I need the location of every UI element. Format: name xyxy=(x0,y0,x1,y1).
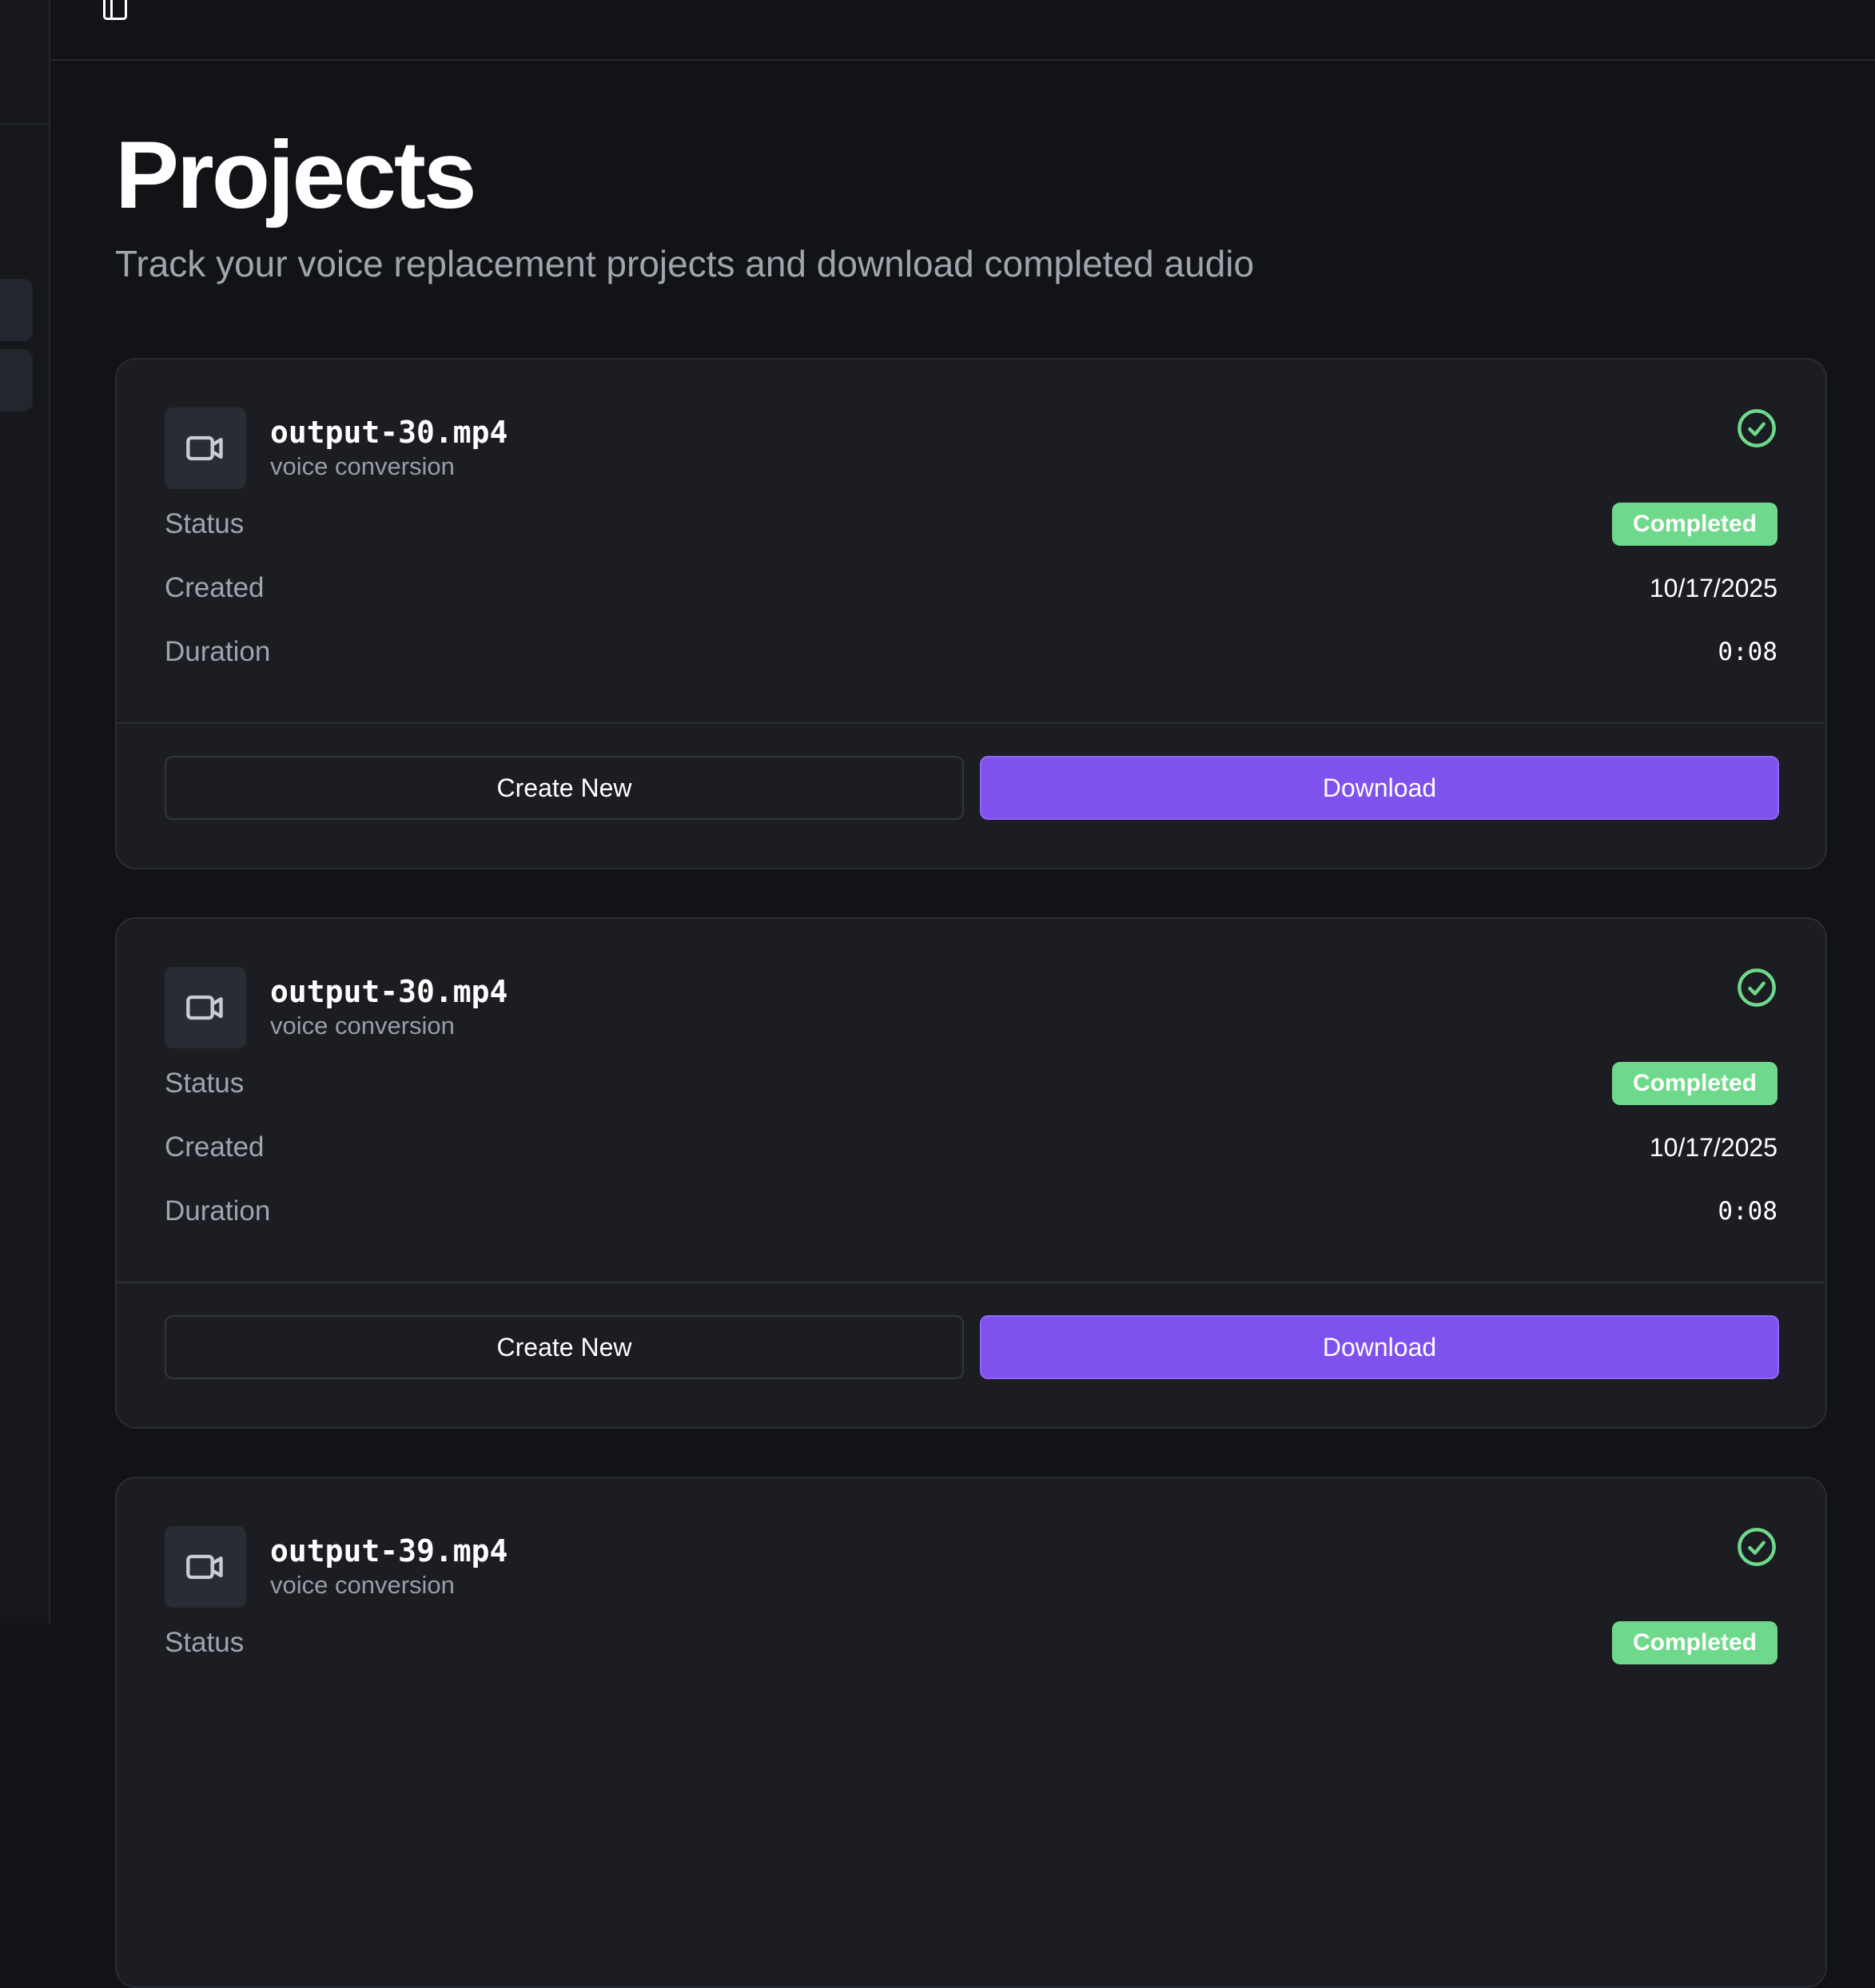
created-value: 10/17/2025 xyxy=(1649,573,1777,602)
project-thumbnail xyxy=(165,1526,246,1608)
duration-row: Duration 0:08 xyxy=(165,1189,1777,1234)
download-button[interactable]: Download xyxy=(980,756,1779,820)
check-circle-icon xyxy=(1738,409,1776,447)
project-card: output-39.mp4 voice conversion Status Co… xyxy=(115,1477,1827,1988)
project-type: voice conversion xyxy=(270,1571,455,1599)
created-row: Created 10/17/2025 xyxy=(165,1125,1777,1170)
status-label: Status xyxy=(165,508,245,539)
create-new-button[interactable]: Create New xyxy=(165,756,964,820)
status-row: Status Completed xyxy=(165,502,1777,547)
project-type: voice conversion xyxy=(270,1012,455,1040)
status-row: Status Completed xyxy=(165,1620,1777,1665)
video-camera-icon xyxy=(186,1554,223,1580)
duration-value: 0:08 xyxy=(1718,1197,1777,1226)
project-card: output-30.mp4 voice conversion Status Co… xyxy=(115,358,1827,869)
create-new-button[interactable]: Create New xyxy=(165,1315,964,1379)
status-row: Status Completed xyxy=(165,1061,1777,1106)
sidebar-toggle-button[interactable] xyxy=(96,0,134,27)
project-thumbnail xyxy=(165,408,246,489)
duration-row: Duration 0:08 xyxy=(165,630,1777,674)
project-file-name: output-30.mp4 xyxy=(270,415,508,450)
status-badge: Completed xyxy=(1611,503,1777,546)
project-header: output-30.mp4 voice conversion xyxy=(165,408,508,489)
sidebar-divider xyxy=(0,123,49,125)
check-circle-icon xyxy=(1738,1528,1776,1566)
duration-label: Duration xyxy=(165,636,271,667)
project-file-name: output-30.mp4 xyxy=(270,974,508,1009)
project-card: output-30.mp4 voice conversion Status Co… xyxy=(115,917,1827,1429)
created-value: 10/17/2025 xyxy=(1649,1132,1777,1162)
card-divider xyxy=(117,1282,1825,1283)
panel-left-icon xyxy=(103,0,127,20)
video-camera-icon xyxy=(186,995,223,1020)
duration-value: 0:08 xyxy=(1718,638,1777,666)
project-header: output-30.mp4 voice conversion xyxy=(165,967,508,1048)
sidebar-item-2[interactable] xyxy=(0,349,33,412)
sidebar-item-1[interactable] xyxy=(0,279,33,341)
project-type: voice conversion xyxy=(270,452,455,480)
created-label: Created xyxy=(165,1131,265,1163)
duration-label: Duration xyxy=(165,1195,271,1227)
card-divider xyxy=(117,722,1825,724)
page-subtitle: Track your voice replacement projects an… xyxy=(115,243,1255,284)
project-file-name: output-39.mp4 xyxy=(270,1533,508,1569)
check-circle-icon xyxy=(1738,968,1776,1007)
project-header: output-39.mp4 voice conversion xyxy=(165,1526,508,1608)
created-row: Created 10/17/2025 xyxy=(165,566,1777,610)
top-bar xyxy=(51,0,1875,61)
download-button[interactable]: Download xyxy=(980,1315,1779,1379)
status-label: Status xyxy=(165,1068,245,1099)
created-label: Created xyxy=(165,572,265,603)
video-camera-icon xyxy=(186,435,223,461)
status-label: Status xyxy=(165,1627,245,1658)
sidebar xyxy=(0,0,50,1624)
status-badge: Completed xyxy=(1611,1621,1777,1664)
project-thumbnail xyxy=(165,967,246,1048)
page-title: Projects xyxy=(115,121,477,229)
status-badge: Completed xyxy=(1611,1062,1777,1105)
